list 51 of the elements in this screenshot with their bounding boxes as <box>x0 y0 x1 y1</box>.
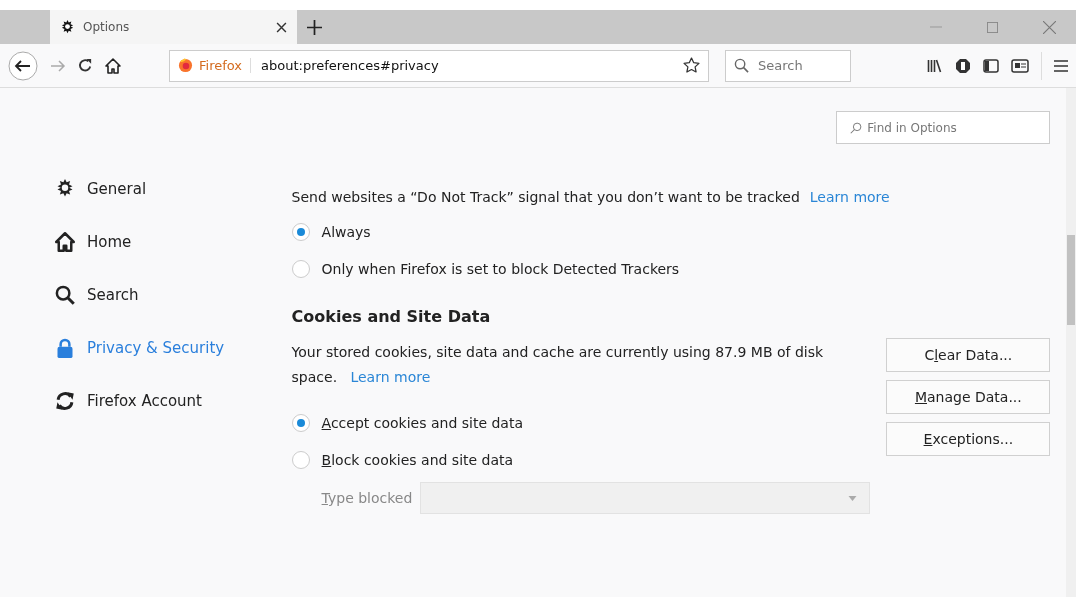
sidebar-item[interactable]: Privacy & Security <box>55 335 225 360</box>
action-button[interactable]: Manage Data... <box>886 380 1051 414</box>
learn-more-link[interactable]: Learn more <box>350 369 431 385</box>
url-text: about:preferences#privacy <box>261 58 440 73</box>
browser-logo-icon <box>178 58 193 73</box>
gear-icon <box>60 19 75 35</box>
close-icon[interactable] <box>1043 20 1056 34</box>
sidebar-item[interactable]: Home <box>55 229 132 254</box>
section-heading: Cookies and Site Data <box>291 307 492 326</box>
cookies-description: Your stored cookies, site data and cache are currently using 87.9 MB of disk space. Learn more <box>291 343 825 387</box>
search-icon <box>850 122 863 134</box>
back-icon[interactable] <box>8 50 38 81</box>
browser-tab[interactable]: Options <box>50 10 297 44</box>
find-in-options-field[interactable]: Find in Options <box>836 111 1051 144</box>
radio-button[interactable] <box>291 450 310 469</box>
caret-icon <box>848 495 858 501</box>
identity-label: Firefox <box>199 58 252 73</box>
new-tab-icon[interactable] <box>307 19 322 35</box>
address-bar[interactable]: Firefox about:preferences#privacy <box>169 49 709 82</box>
scrollbar-thumb[interactable] <box>1067 235 1076 325</box>
star-icon[interactable] <box>683 57 700 74</box>
sidebar-item[interactable]: General <box>55 176 147 201</box>
gear-icon <box>55 178 75 199</box>
action-button[interactable]: Exceptions... <box>886 422 1051 456</box>
close-tab-icon[interactable] <box>276 21 287 33</box>
reader-icon[interactable] <box>1011 58 1029 73</box>
sidebar-item[interactable]: Search <box>55 282 139 307</box>
type-blocked-label: Type blocked <box>321 490 413 506</box>
reload-icon[interactable] <box>78 58 93 73</box>
radio-button[interactable] <box>291 259 310 278</box>
sidebar-icon[interactable] <box>983 57 999 74</box>
search-field[interactable]: Search <box>725 49 851 82</box>
radio-option[interactable]: Accept cookies and site data <box>291 404 523 441</box>
radio-option[interactable]: Only when Firefox is set to block Detected Trackers <box>291 250 680 287</box>
home-icon <box>55 231 75 252</box>
search-icon <box>55 284 75 305</box>
sidebar-item[interactable]: Firefox Account <box>55 388 202 413</box>
search-icon <box>734 57 749 73</box>
radio-button[interactable] <box>291 413 310 432</box>
radio-option[interactable]: Always <box>291 213 371 250</box>
sync-icon <box>55 390 75 411</box>
dnt-description: Send websites a “Do Not Track” signal that you don’t want to be tracked <box>291 189 800 205</box>
action-button[interactable]: Clear Data... <box>886 338 1051 372</box>
lock-icon <box>55 337 75 358</box>
radio-button[interactable] <box>291 222 310 241</box>
radio-option[interactable]: Block cookies and site data <box>291 441 514 478</box>
menu-icon[interactable] <box>1054 59 1068 72</box>
home-icon[interactable] <box>105 57 121 74</box>
library-icon[interactable] <box>926 57 943 74</box>
learn-more-link[interactable]: Learn more <box>809 189 890 205</box>
tab-title: Options <box>83 20 131 34</box>
